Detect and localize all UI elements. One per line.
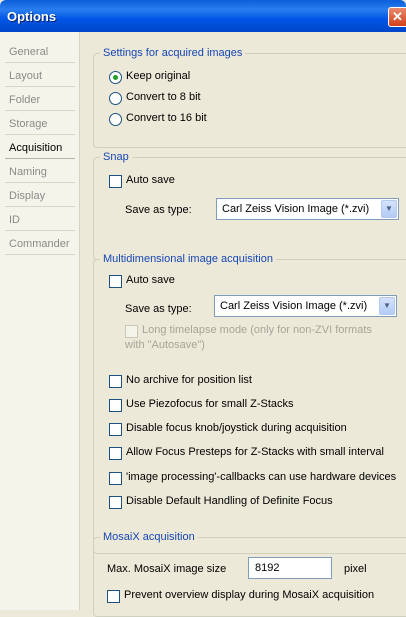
option-label: Use Piezofocus for small Z-Stacks (126, 398, 294, 410)
multidim-save-as-type-label: Save as type: (125, 303, 192, 315)
option-label: Allow Focus Presteps for Z-Stacks with s… (126, 446, 384, 458)
radio-button[interactable] (109, 71, 122, 84)
checkbox[interactable] (109, 175, 122, 188)
max-mosaix-size-label: Max. MosaiX image size (107, 563, 227, 575)
nav-item-storage[interactable]: Storage (5, 113, 75, 135)
nav-item-naming[interactable]: Naming (5, 161, 75, 183)
chevron-down-icon[interactable]: ▼ (379, 297, 395, 315)
chevron-down-icon[interactable]: ▼ (381, 200, 397, 218)
nav-item-acquisition[interactable]: Acquisition (5, 137, 75, 159)
option-label: Auto save (126, 174, 175, 186)
snap-save-as-type-select[interactable]: Carl Zeiss Vision Image (*.zvi) ▼ (216, 198, 399, 220)
multidim-save-as-type-select[interactable]: Carl Zeiss Vision Image (*.zvi) ▼ (214, 295, 397, 317)
radio-button[interactable] (109, 92, 122, 105)
option-label: Long timelapse mode (only for non-ZVI fo… (142, 324, 372, 336)
close-button[interactable]: ✕ (388, 7, 406, 27)
nav-item-display[interactable]: Display (5, 185, 75, 207)
checkbox[interactable] (109, 275, 122, 288)
checkbox[interactable] (109, 447, 122, 460)
checkbox[interactable] (109, 496, 122, 509)
option-label: 'image processing'-callbacks can use har… (126, 471, 397, 483)
checkbox (125, 325, 138, 338)
window-title: Options (7, 9, 57, 24)
checkbox[interactable] (107, 590, 120, 603)
acquisition-panel: Settings for acquired images Keep origin… (80, 32, 406, 617)
option-label: Prevent overview display during MosaiX a… (124, 589, 375, 601)
select-value: Carl Zeiss Vision Image (*.zvi) (222, 203, 370, 215)
nav-item-general[interactable]: General (5, 41, 75, 63)
checkbox[interactable] (109, 375, 122, 388)
nav-item-layout[interactable]: Layout (5, 65, 75, 87)
title-bar[interactable]: Options ✕ (0, 0, 406, 32)
checkbox[interactable] (109, 399, 122, 412)
select-value: Carl Zeiss Vision Image (*.zvi) (220, 300, 368, 312)
radio-button[interactable] (109, 113, 122, 126)
nav-item-commander[interactable]: Commander (5, 233, 75, 255)
snap-save-as-type-label: Save as type: (125, 204, 192, 216)
pixel-unit-label: pixel (344, 563, 367, 575)
checkbox[interactable] (109, 472, 122, 485)
options-navigation: General Layout Folder Storage Acquisitio… (0, 32, 80, 610)
option-label: Disable Default Handling of Definite Foc… (126, 495, 333, 507)
option-label: Convert to 8 bit (126, 91, 201, 103)
option-label: Disable focus knob/joystick during acqui… (126, 422, 347, 434)
option-label-continued: with "Autosave") (125, 339, 205, 351)
nav-item-folder[interactable]: Folder (5, 89, 75, 111)
option-label: Auto save (126, 274, 175, 286)
max-mosaix-size-input[interactable]: 8192 (248, 557, 332, 579)
option-label: Keep original (126, 70, 191, 82)
nav-item-id[interactable]: ID (5, 209, 75, 231)
close-icon: ✕ (392, 9, 403, 24)
group-legend: Settings for acquired images (100, 47, 246, 60)
group-legend: Snap (100, 151, 132, 164)
checkbox[interactable] (109, 423, 122, 436)
group-legend: Multidimensional image acquisition (100, 253, 276, 266)
option-label: Convert to 16 bit (126, 112, 207, 124)
group-legend: MosaiX acquisition (100, 531, 198, 544)
option-label: No archive for position list (126, 374, 252, 386)
